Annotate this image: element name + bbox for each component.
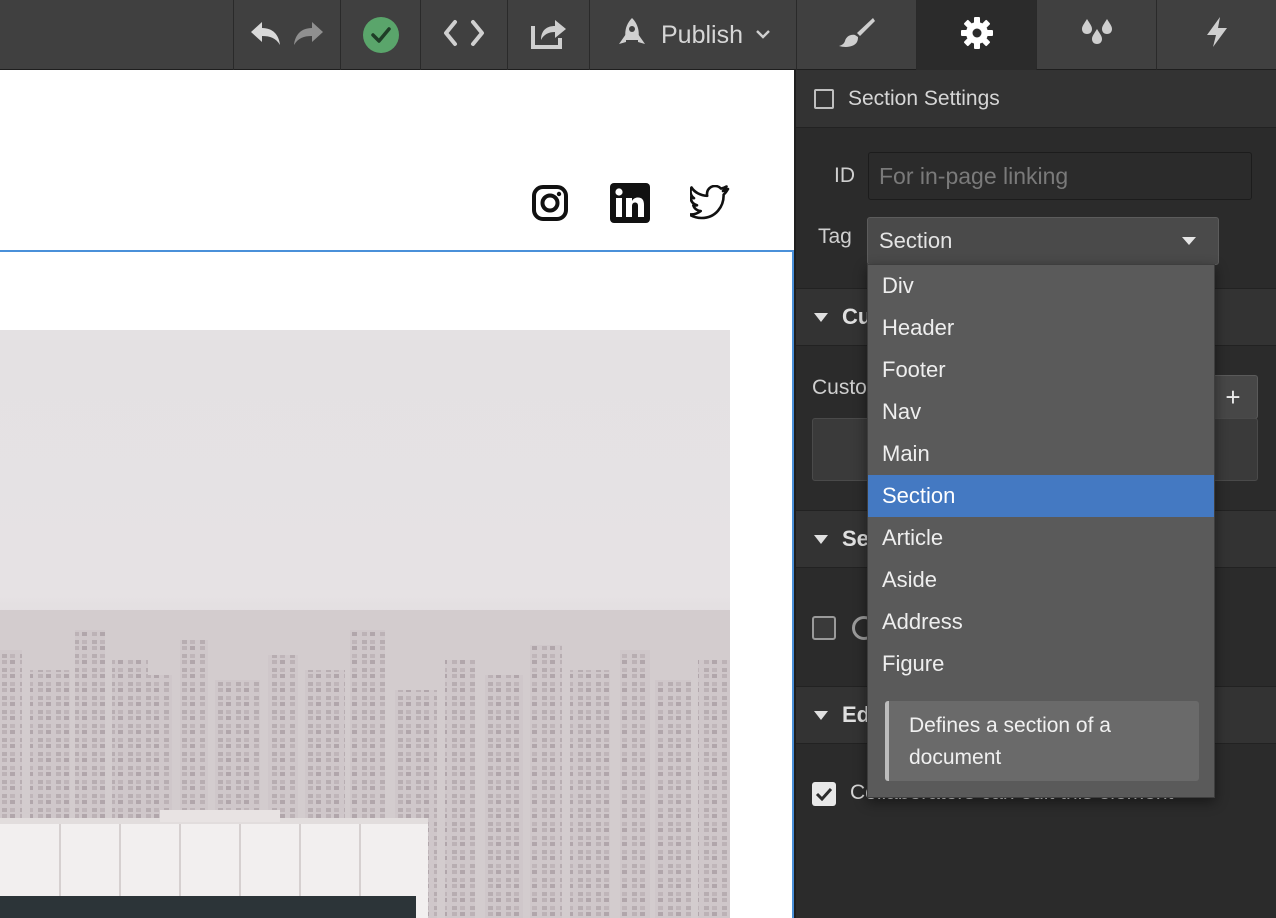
twitter-icon[interactable]: [690, 183, 730, 223]
panel-tabs: [796, 0, 1276, 70]
id-label: ID: [834, 164, 855, 187]
linkedin-icon[interactable]: [610, 183, 650, 223]
chevron-down-icon: [755, 26, 771, 44]
collapse-triangle-icon: [814, 312, 828, 322]
tab-style-manager[interactable]: [1036, 0, 1156, 70]
tab-settings[interactable]: [916, 0, 1036, 70]
add-attribute-button[interactable]: +: [1208, 375, 1258, 419]
section-settings-checkbox[interactable]: [814, 88, 834, 109]
tag-select[interactable]: Section: [867, 217, 1219, 265]
check-icon: [362, 17, 399, 53]
instagram-icon[interactable]: [530, 183, 570, 223]
lightning-icon: [1203, 15, 1231, 54]
undo-icon[interactable]: [248, 18, 284, 53]
section-settings-header[interactable]: Section Settings: [796, 70, 1276, 128]
share-button[interactable]: [507, 0, 589, 70]
caret-down-icon: [1182, 237, 1196, 245]
tag-option-footer[interactable]: Footer: [868, 349, 1214, 391]
share-icon: [529, 16, 569, 55]
id-placeholder: For in-page linking: [879, 162, 1069, 189]
tag-description-tooltip: Defines a section of a document: [885, 701, 1199, 781]
collapse-triangle-icon: [814, 710, 828, 720]
gear-icon: [959, 15, 995, 56]
designer-toolbar: Publish: [0, 0, 796, 70]
design-canvas[interactable]: [0, 70, 794, 918]
search-exclude-checkbox[interactable]: [812, 616, 836, 640]
plus-icon: +: [1225, 381, 1241, 412]
publish-button[interactable]: Publish: [589, 0, 796, 70]
publish-label: Publish: [661, 20, 743, 49]
tag-dropdown-menu: Div Header Footer Nav Main Section Artic…: [867, 264, 1215, 798]
brush-icon: [837, 15, 877, 54]
tab-style[interactable]: [796, 0, 916, 70]
code-icon: [443, 18, 485, 53]
save-status[interactable]: [340, 0, 420, 70]
tag-option-main[interactable]: Main: [868, 433, 1214, 475]
tag-option-div[interactable]: Div: [868, 265, 1214, 307]
code-export-button[interactable]: [420, 0, 507, 70]
tooltip-line-2: document: [909, 746, 1002, 769]
rocket-icon: [615, 16, 649, 55]
tag-option-header[interactable]: Header: [868, 307, 1214, 349]
section-settings-label: Section Settings: [848, 86, 1000, 110]
id-field[interactable]: For in-page linking: [868, 152, 1252, 200]
custom-attributes-label: Custo: [812, 376, 867, 399]
collapse-triangle-icon: [814, 534, 828, 544]
undo-redo-group: [233, 0, 340, 70]
tooltip-line-1: Defines a section of a: [909, 714, 1111, 737]
tag-label: Tag: [818, 225, 852, 248]
editor-settings-title: Ed: [842, 702, 871, 727]
drops-icon: [1077, 15, 1117, 54]
tag-option-aside[interactable]: Aside: [868, 559, 1214, 601]
tag-option-figure[interactable]: Figure: [868, 643, 1214, 685]
tag-option-nav[interactable]: Nav: [868, 391, 1214, 433]
tag-select-value: Section: [879, 228, 953, 253]
collaborators-checkbox[interactable]: [812, 782, 836, 806]
tag-option-article[interactable]: Article: [868, 517, 1214, 559]
tag-option-address[interactable]: Address: [868, 601, 1214, 643]
search-settings-title: Se: [842, 526, 869, 551]
tab-interactions[interactable]: [1156, 0, 1276, 70]
tag-option-section[interactable]: Section: [868, 475, 1214, 517]
hero-city-image: [0, 330, 730, 918]
redo-icon[interactable]: [290, 18, 326, 53]
